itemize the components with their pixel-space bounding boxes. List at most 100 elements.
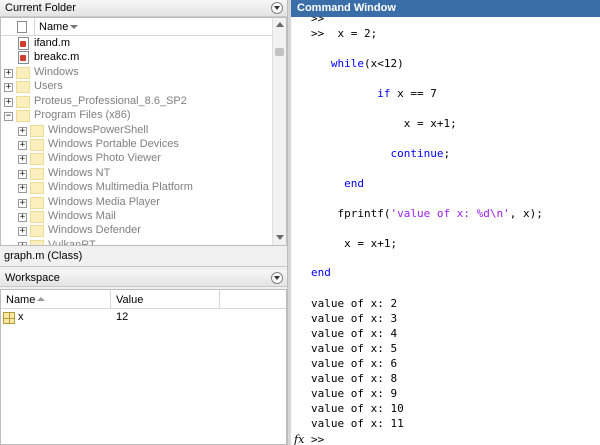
name-column-label[interactable]: Name <box>39 21 68 33</box>
file-list-item[interactable]: + Windows Photo Viewer <box>1 152 272 166</box>
code-token: value of x: 3 <box>311 312 398 325</box>
expand-icon[interactable]: + <box>4 83 13 92</box>
keyword-token: end <box>344 177 364 190</box>
code-token: value of x: 5 <box>311 342 398 355</box>
folder-icon <box>16 96 30 108</box>
file-type-column-icon[interactable] <box>17 21 27 33</box>
current-folder-menu-icon[interactable] <box>271 2 283 14</box>
file-name: Windows Multimedia Platform <box>48 181 193 193</box>
expand-icon[interactable]: + <box>18 184 27 193</box>
expand-icon[interactable]: + <box>4 98 13 107</box>
command-line: value of x: 2 <box>311 297 397 311</box>
details-bar[interactable]: graph.m (Class) <box>0 246 287 267</box>
variable-value: 12 <box>116 311 129 323</box>
file-list-item[interactable]: + Proteus_Professional_8.6_SP2 <box>1 95 272 109</box>
workspace-header[interactable]: Workspace <box>0 270 287 287</box>
command-prompt[interactable]: >> <box>311 433 324 445</box>
file-list-item[interactable]: + Windows NT <box>1 167 272 181</box>
file-list-item[interactable]: + Windows Mail <box>1 210 272 224</box>
expand-icon[interactable]: + <box>18 199 27 208</box>
file-name: Windows Photo Viewer <box>48 152 161 164</box>
scroll-up-icon[interactable] <box>276 22 284 27</box>
current-folder-header[interactable]: Current Folder <box>0 0 287 17</box>
file-name: Program Files (x86) <box>34 109 131 121</box>
file-name: Users <box>34 80 63 92</box>
command-line: end <box>311 177 364 191</box>
expand-icon[interactable]: + <box>18 170 27 179</box>
folder-icon <box>30 125 44 137</box>
code-token: fprintf( <box>311 207 391 220</box>
code-token: value of x: 11 <box>311 417 404 430</box>
expand-icon[interactable]: + <box>18 141 27 150</box>
workspace-column-header: Name Value <box>1 290 286 309</box>
current-folder-column-header[interactable]: Name <box>1 18 272 36</box>
command-line: >> x = 2; <box>311 27 377 41</box>
sort-up-icon[interactable] <box>37 297 45 301</box>
expand-icon[interactable]: + <box>18 213 27 222</box>
command-line: x = x+1; <box>311 117 457 131</box>
file-list-item[interactable]: + Windows Defender <box>1 224 272 238</box>
file-name: breakc.m <box>34 51 80 63</box>
expand-icon[interactable]: + <box>18 127 27 136</box>
file-name: Windows Portable Devices <box>48 138 179 150</box>
code-token: value of x: 10 <box>311 402 404 415</box>
command-window[interactable]: >> >> x = 2; while(x<12) if x == 7 x = x+… <box>291 17 600 445</box>
file-name: Windows Media Player <box>48 196 160 208</box>
file-list-item[interactable]: + Windows Portable Devices <box>1 138 272 152</box>
file-name: Windows <box>34 66 79 78</box>
scrollbar-thumb[interactable] <box>275 48 284 56</box>
workspace-name-column[interactable]: Name <box>6 294 35 306</box>
file-name: VulkanRT <box>48 239 96 246</box>
file-list-item[interactable]: + Windows <box>1 66 272 80</box>
code-token: >> x = 2; <box>311 27 378 40</box>
code-token: x = x+1; <box>311 117 457 130</box>
sort-down-icon[interactable] <box>70 25 78 29</box>
file-name: WindowsPowerShell <box>48 124 149 136</box>
current-folder-title: Current Folder <box>5 2 76 14</box>
code-token: , x); <box>509 207 543 220</box>
collapse-icon[interactable]: − <box>4 112 13 121</box>
file-list-item[interactable]: + WindowsPowerShell <box>1 124 272 138</box>
folder-icon <box>30 211 44 223</box>
expand-icon[interactable]: + <box>18 227 27 236</box>
command-line: value of x: 3 <box>311 312 397 326</box>
command-line: value of x: 9 <box>311 387 397 401</box>
keyword-token: if <box>377 87 391 100</box>
scroll-down-icon[interactable] <box>276 235 284 240</box>
function-browser-icon[interactable]: fx <box>294 433 304 445</box>
command-line: if x == 7 <box>311 87 437 101</box>
current-folder-scrollbar[interactable] <box>272 18 286 245</box>
workspace-variable-row[interactable]: x 12 <box>1 311 286 325</box>
file-list-item[interactable]: ifand.m <box>1 37 272 51</box>
column-divider <box>219 290 220 309</box>
column-divider <box>110 290 111 309</box>
code-token: ; <box>443 147 451 160</box>
file-list-item[interactable]: + Windows Multimedia Platform <box>1 181 272 195</box>
command-window-title: Command Window <box>297 2 396 14</box>
folder-icon <box>16 81 30 93</box>
workspace-value-column[interactable]: Value <box>116 294 143 306</box>
command-line: end <box>311 266 331 280</box>
folder-icon <box>30 139 44 151</box>
file-list-item[interactable]: + Windows Media Player <box>1 196 272 210</box>
m-file-icon <box>18 51 29 64</box>
code-token: (x<12) <box>364 57 404 70</box>
left-column: Current Folder Name ifand.m breakc.m + Wind… <box>0 0 287 445</box>
command-window-header[interactable]: Command Window <box>291 0 600 17</box>
file-list-item[interactable]: − Program Files (x86) <box>1 109 272 123</box>
file-list-item[interactable]: breakc.m <box>1 51 272 65</box>
workspace-panel: Name Value x 12 <box>0 289 287 445</box>
expand-icon[interactable]: + <box>18 155 27 164</box>
file-list-item[interactable]: + Users <box>1 80 272 94</box>
keyword-token: end <box>311 266 331 279</box>
expand-icon[interactable]: + <box>4 69 13 78</box>
keyword-token: while <box>330 57 364 70</box>
folder-icon <box>30 168 44 180</box>
code-token: value of x: 4 <box>311 327 398 340</box>
file-list-item[interactable]: + VulkanRT <box>1 239 272 246</box>
command-line: value of x: 11 <box>311 417 404 431</box>
workspace-menu-icon[interactable] <box>271 272 283 284</box>
file-name: Windows Mail <box>48 210 116 222</box>
